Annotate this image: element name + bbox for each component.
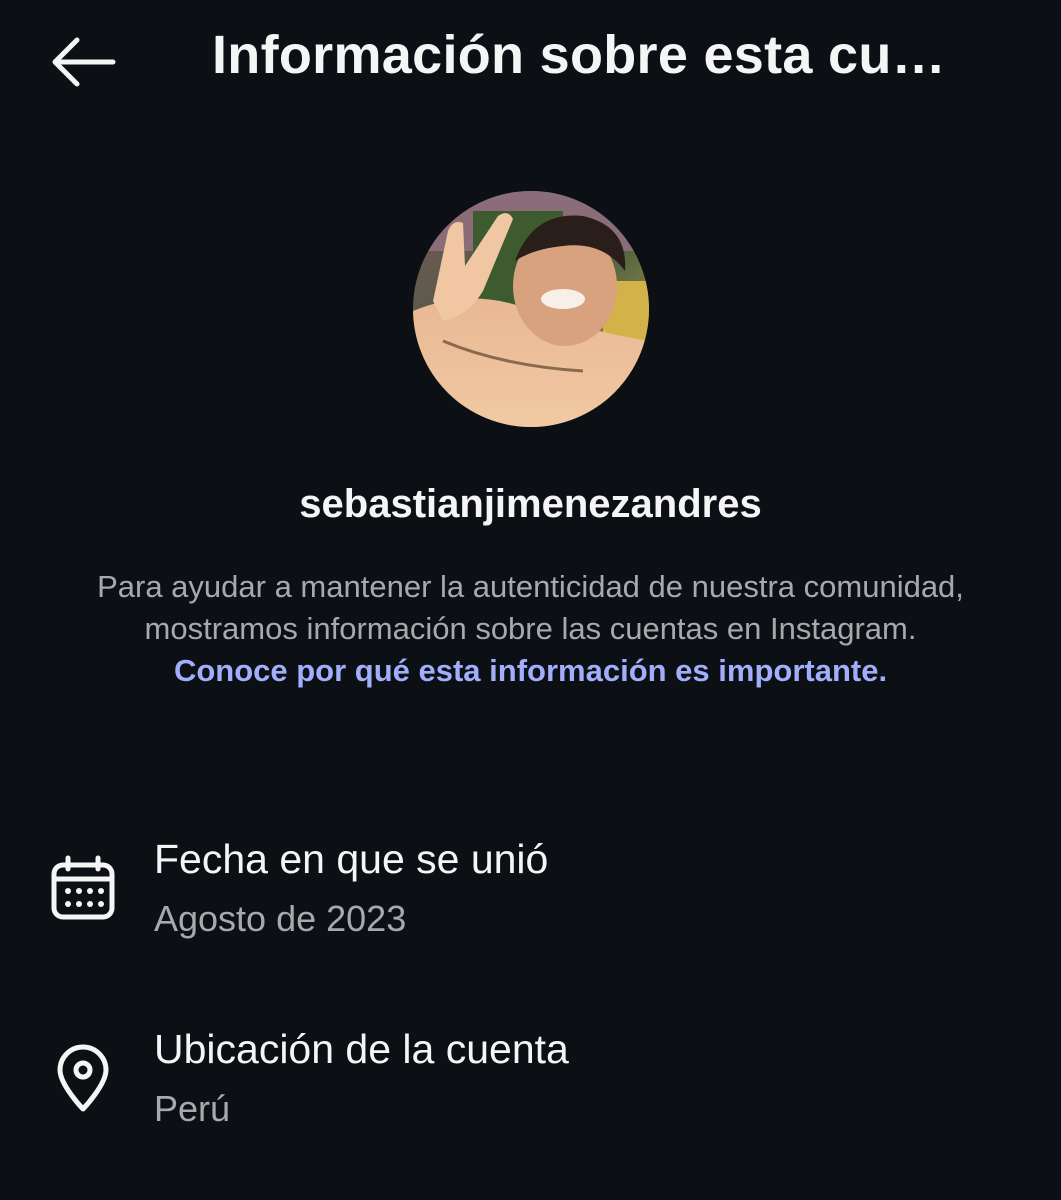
back-button[interactable] [40,32,124,92]
account-location-row: Ubicación de la cuenta Perú [0,1018,1061,1138]
calendar-icon [46,848,120,928]
top-bar: Información sobre esta cu… [0,0,1061,125]
account-info-description: Para ayudar a mantener la autenticidad d… [90,566,971,692]
description-text: Para ayudar a mantener la autenticidad d… [97,569,964,646]
account-location-value: Perú [154,1088,231,1129]
learn-more-link[interactable]: Conoce por qué esta información es impor… [174,653,887,688]
arrow-left-icon [52,37,116,87]
location-pin-icon [46,1038,120,1118]
date-joined-row: Fecha en que se unió Agosto de 2023 [0,828,1061,948]
date-joined-value: Agosto de 2023 [154,898,407,939]
avatar [413,191,649,427]
account-location-label: Ubicación de la cuenta [154,1026,569,1072]
date-joined-label: Fecha en que se unió [154,836,549,882]
page-title: Información sobre esta cu… [212,25,946,85]
username: sebastianjimenezandres [299,482,762,526]
